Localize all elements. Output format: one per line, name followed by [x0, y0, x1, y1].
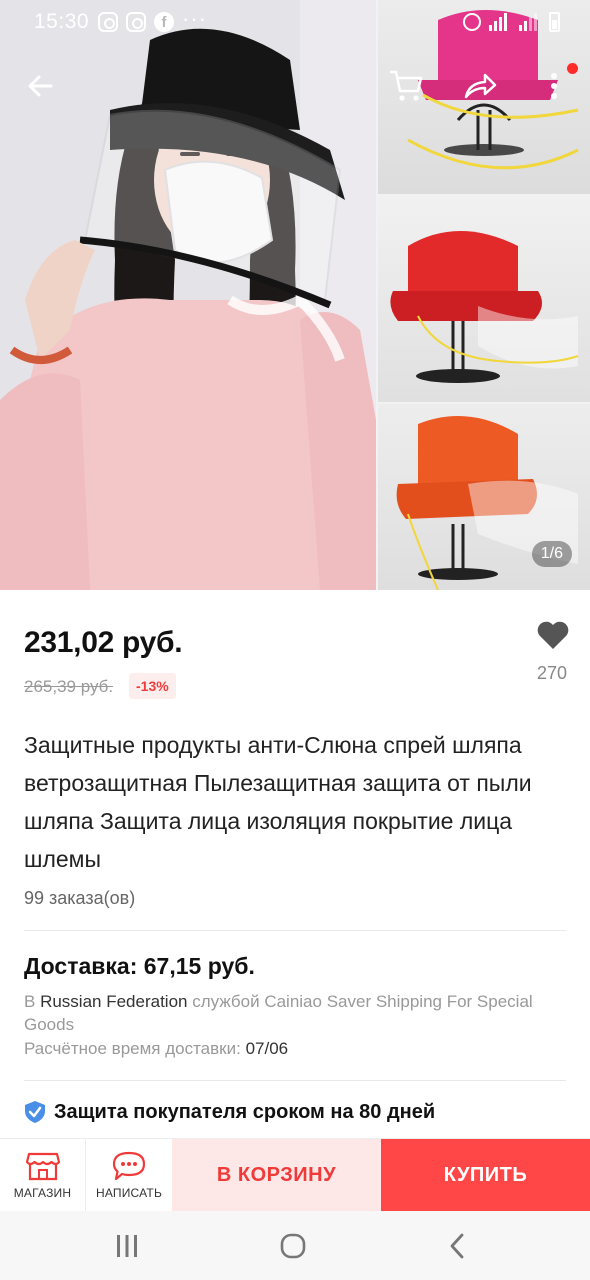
home-button[interactable] [273, 1229, 313, 1263]
delivery-title[interactable]: Доставка: 67,15 руб. [24, 953, 255, 980]
chat-icon [112, 1151, 146, 1181]
alarm-icon [463, 13, 481, 31]
arrow-left-icon [28, 75, 53, 97]
signal-icon [489, 13, 507, 31]
store-icon [25, 1152, 60, 1181]
signal-icon [519, 13, 537, 31]
eta-label: Расчётное время доставки: [24, 1039, 241, 1058]
cart-button[interactable] [382, 62, 430, 110]
wishlist-count: 270 [536, 663, 568, 683]
back-button[interactable] [16, 62, 64, 110]
orders-count: 99 заказа(ов) [24, 888, 136, 908]
buy-now-button[interactable]: КУПИТЬ [381, 1139, 590, 1212]
battery-icon [549, 12, 560, 32]
bottom-action-bar: МАГАЗИН НАПИСАТЬ В КОРЗИНУ КУПИТЬ [0, 1138, 590, 1212]
wishlist-button[interactable] [531, 620, 575, 655]
shield-check-icon [25, 1101, 45, 1123]
store-label: МАГАЗИН [13, 1186, 72, 1200]
recent-apps-button[interactable] [107, 1229, 147, 1263]
facebook-icon: f [154, 12, 174, 32]
add-to-cart-button[interactable]: В КОРЗИНУ [172, 1139, 381, 1212]
buyer-protection[interactable]: Защита покупателя сроком на 80 дней [24, 1100, 435, 1124]
instagram-icon [126, 12, 146, 32]
heart-icon [537, 621, 569, 649]
notification-dot [567, 63, 578, 74]
more-notifications-icon: ··· [182, 6, 207, 31]
message-seller-button[interactable]: НАПИСАТЬ [86, 1139, 172, 1212]
gallery-counter: 1/6 [531, 541, 572, 567]
red-hat-illustration [390, 231, 579, 383]
thumbnail-red-hat[interactable] [378, 196, 590, 402]
home-icon [280, 1233, 306, 1259]
cart-icon [390, 70, 423, 101]
status-notification-icons: f ··· [98, 6, 207, 32]
delivery-country: Russian Federation [40, 992, 188, 1011]
system-back-button[interactable] [437, 1229, 477, 1263]
chevron-left-icon [450, 1233, 464, 1259]
old-price: 265,39 руб. [24, 677, 114, 696]
current-price: 231,02 руб. [24, 626, 183, 659]
status-system-icons [463, 12, 560, 32]
discount-badge: -13% [129, 673, 176, 699]
delivery-eta: Расчётное время доставки: 07/06 [24, 1039, 288, 1059]
status-bar: 15:30 f ··· [0, 0, 590, 44]
divider [24, 1080, 566, 1081]
status-time: 15:30 [34, 10, 90, 33]
share-icon [464, 73, 497, 99]
delivery-details[interactable]: В Russian Federation службой Cainiao Sav… [24, 990, 554, 1036]
delivery-prefix: В [24, 992, 36, 1011]
product-gallery[interactable]: 15:30 f ··· 1/6 [0, 0, 590, 590]
share-button[interactable] [456, 62, 504, 110]
recent-apps-icon [117, 1235, 137, 1257]
eta-date: 07/06 [245, 1039, 289, 1058]
divider [24, 930, 566, 931]
instagram-icon [98, 12, 118, 32]
store-button[interactable]: МАГАЗИН [0, 1139, 86, 1212]
system-navigation-bar [0, 1211, 590, 1280]
more-vertical-icon [551, 73, 557, 99]
protection-text: Защита покупателя сроком на 80 дней [54, 1100, 436, 1123]
product-title: Защитные продукты анти-Слюна спрей шляпа… [24, 732, 532, 872]
chat-label: НАПИСАТЬ [95, 1186, 163, 1200]
